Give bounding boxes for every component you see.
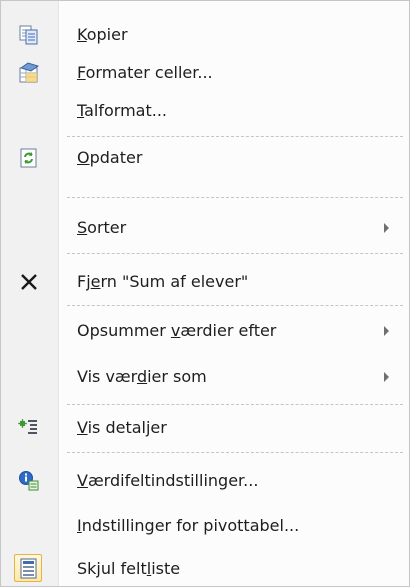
menu-item-show-values-as[interactable]: Vis værdier som <box>1 358 409 396</box>
menu-item-pivottable-options[interactable]: Indstillinger for pivottabel... <box>1 507 409 545</box>
menu-item-number-format[interactable]: Talformat... <box>1 92 409 130</box>
menu-item-refresh[interactable]: Opdater <box>1 139 409 177</box>
submenu-arrow-icon <box>384 326 389 336</box>
submenu-arrow-icon <box>384 372 389 382</box>
copy-icon <box>18 24 40 46</box>
menu-item-sort[interactable]: Sorter <box>1 209 409 247</box>
menu-item-label: Vis detaljer <box>77 418 167 437</box>
menu-item-label: Indstillinger for pivottabel... <box>77 516 300 535</box>
remove-x-icon <box>18 271 40 293</box>
menu-item-format-cells[interactable]: Formater celler... <box>1 54 409 92</box>
value-field-settings-icon <box>18 470 40 492</box>
menu-item-summarize-values-by[interactable]: Opsummer værdier efter <box>1 312 409 350</box>
menu-separator <box>67 404 403 405</box>
format-cells-icon <box>18 62 40 84</box>
menu-separator <box>67 305 403 306</box>
menu-separator <box>67 253 403 254</box>
menu-item-label: Sorter <box>77 218 127 237</box>
menu-item-label: Opsummer værdier efter <box>77 321 277 340</box>
menu-item-label: Skjul feltliste <box>77 559 181 578</box>
field-list-icon <box>19 558 41 580</box>
menu-item-label: Fjern "Sum af elever" <box>77 272 249 291</box>
menu-item-copy[interactable]: Kopier <box>1 16 409 54</box>
show-details-icon <box>18 417 40 439</box>
menu-item-show-details[interactable]: Vis detaljer <box>1 409 409 447</box>
refresh-icon <box>18 147 40 169</box>
menu-item-label: Talformat... <box>77 101 168 120</box>
menu-separator <box>67 452 403 453</box>
menu-separator <box>67 197 403 198</box>
menu-separator <box>67 136 403 137</box>
menu-item-remove-field[interactable]: Fjern "Sum af elever" <box>1 263 409 301</box>
menu-item-label: Værdifeltindstillinger... <box>77 471 259 490</box>
submenu-arrow-icon <box>384 223 389 233</box>
menu-item-label: Opdater <box>77 148 143 167</box>
context-menu: Kopier Formater celler... Talformat... O… <box>0 0 410 587</box>
menu-item-value-field-settings[interactable]: Værdifeltindstillinger... <box>1 462 409 500</box>
menu-item-label: Kopier <box>77 25 128 44</box>
menu-item-label: Vis værdier som <box>77 367 207 386</box>
menu-item-label: Formater celler... <box>77 63 213 82</box>
menu-item-hide-field-list[interactable]: Skjul feltliste <box>1 550 409 587</box>
